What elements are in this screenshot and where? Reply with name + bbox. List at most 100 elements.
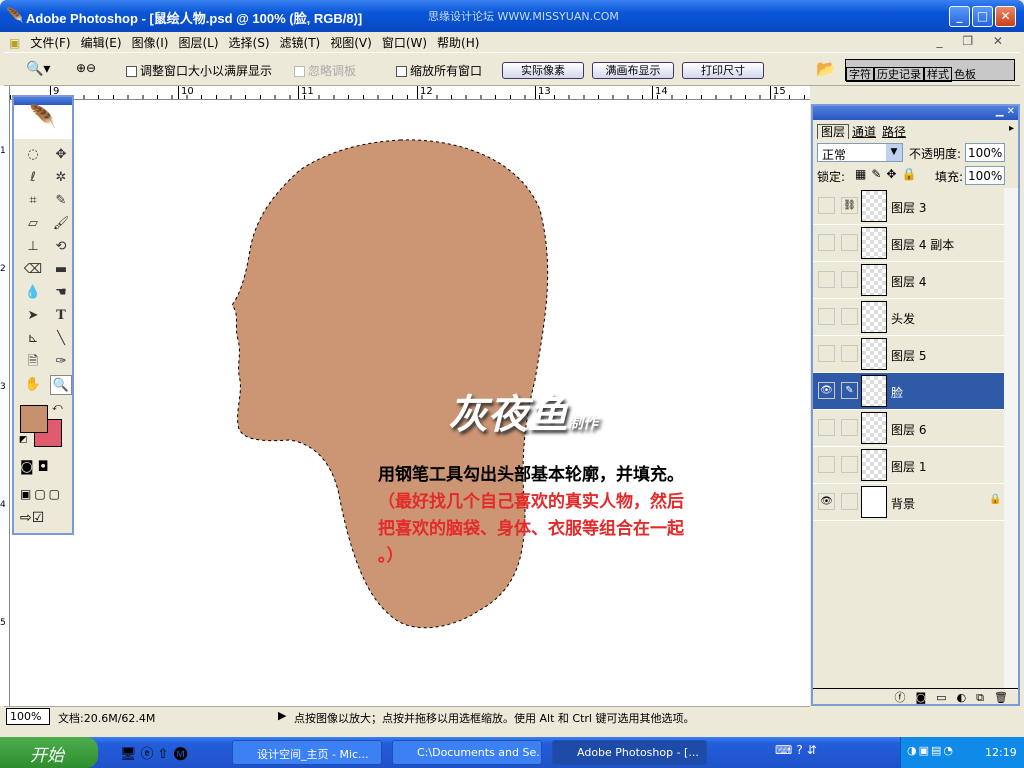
- move-tool-icon[interactable]: ✥: [50, 145, 72, 165]
- layer-row[interactable]: 👁 ✎ 脸: [813, 373, 1005, 410]
- menu-window[interactable]: 窗口(W): [377, 32, 432, 53]
- menu-help[interactable]: 帮助(H): [432, 32, 484, 53]
- visibility-eye-icon[interactable]: [818, 234, 835, 251]
- line-tool-icon[interactable]: ╲: [50, 329, 72, 349]
- visibility-eye-icon[interactable]: [818, 456, 835, 473]
- dodge-tool-icon[interactable]: ☚: [50, 283, 72, 303]
- foreground-color-swatch[interactable]: [20, 405, 48, 433]
- visibility-eye-icon[interactable]: [818, 197, 835, 214]
- status-menu-arrow-icon[interactable]: ▶: [278, 709, 286, 722]
- language-bar-icons[interactable]: ⌨?⇵: [775, 743, 821, 757]
- layer-actions[interactable]: ⓕ◙▭◐⧉🗑: [813, 688, 1018, 704]
- menu-file[interactable]: 文件(F): [25, 32, 75, 53]
- gradient-tool-icon[interactable]: ▬: [50, 260, 72, 280]
- magic-wand-tool-icon[interactable]: ✲: [50, 168, 72, 188]
- hand-tool-icon[interactable]: ✋: [22, 375, 44, 395]
- history-brush-tool-icon[interactable]: ⟲: [50, 237, 72, 257]
- tab-paths[interactable]: 路径: [879, 125, 909, 139]
- blend-mode-select[interactable]: 正常 ▼: [817, 143, 903, 162]
- type-tool-icon[interactable]: T: [50, 306, 72, 326]
- visibility-eye-icon[interactable]: 👁: [818, 493, 835, 510]
- menu-image[interactable]: 图像(I): [127, 32, 174, 53]
- zoom-level-input[interactable]: 100%: [6, 708, 50, 725]
- lasso-tool-icon[interactable]: ℓ: [22, 168, 44, 188]
- fit-window-checkbox[interactable]: 调整窗口大小以满屏显示: [126, 62, 272, 79]
- layer-row[interactable]: 👁 背景 🔒: [813, 484, 1005, 521]
- brush-tool-icon[interactable]: 🖌: [50, 214, 72, 234]
- close-button[interactable]: ✕: [995, 6, 1016, 27]
- toolbox-header[interactable]: [14, 97, 72, 105]
- fill-input[interactable]: 100%: [965, 166, 1005, 185]
- feather-logo-icon[interactable]: 🪶: [14, 105, 72, 139]
- document-canvas[interactable]: 灰夜鱼制作 用钢笔工具勾出头部基本轮廓，并填充。 （最好找几个自己喜欢的真实人物…: [10, 100, 810, 706]
- jump-to-imageready-icon[interactable]: ⇨☑: [20, 510, 44, 526]
- link-cell[interactable]: [841, 419, 858, 436]
- link-cell[interactable]: [841, 308, 858, 325]
- swap-colors-icon[interactable]: ⤺: [52, 402, 63, 413]
- link-cell[interactable]: [841, 345, 858, 362]
- lock-icons[interactable]: ▦✎✥🔒: [855, 167, 921, 181]
- actual-pixels-button[interactable]: 实际像素: [502, 62, 584, 79]
- opacity-input[interactable]: 100%: [965, 143, 1005, 162]
- link-cell[interactable]: [841, 271, 858, 288]
- visibility-eye-icon[interactable]: [818, 271, 835, 288]
- menu-view[interactable]: 视图(V): [325, 32, 377, 53]
- file-browser-icon[interactable]: 📂: [816, 59, 836, 78]
- link-cell[interactable]: [841, 456, 858, 473]
- layer-style-icon[interactable]: ⓕ: [894, 691, 915, 704]
- menu-edit[interactable]: 编辑(E): [76, 32, 127, 53]
- brush-icon[interactable]: ✎: [841, 382, 858, 399]
- link-cell[interactable]: [841, 234, 858, 251]
- crop-tool-icon[interactable]: ⌗: [22, 191, 44, 211]
- zoom-in-out-icons[interactable]: ⊕⊖: [76, 61, 96, 75]
- healing-brush-tool-icon[interactable]: ▱: [22, 214, 44, 234]
- layer-row[interactable]: 图层 1: [813, 447, 1005, 484]
- task-explorer[interactable]: C:\Documents and Se...: [392, 740, 542, 765]
- visibility-eye-icon[interactable]: [818, 345, 835, 362]
- menu-filter[interactable]: 滤镜(T): [275, 32, 326, 53]
- layer-row[interactable]: 头发: [813, 299, 1005, 336]
- palette-well-tab-character[interactable]: 字符: [846, 67, 874, 82]
- layer-mask-icon[interactable]: ◙: [915, 691, 936, 704]
- layer-row[interactable]: 图层 4: [813, 262, 1005, 299]
- layer-list-scrollbar[interactable]: [1004, 188, 1018, 690]
- zoom-tool-icon[interactable]: 🔍: [50, 375, 72, 395]
- eraser-tool-icon[interactable]: ⌫: [22, 260, 44, 280]
- new-layer-icon[interactable]: ⧉: [976, 691, 994, 704]
- tray-icons[interactable]: ◑▣▤◔: [907, 744, 955, 757]
- path-selection-tool-icon[interactable]: ➤: [22, 306, 44, 326]
- minimize-button[interactable]: _: [949, 6, 970, 27]
- menu-layer[interactable]: 图层(L): [173, 32, 223, 53]
- menu-select[interactable]: 选择(S): [224, 32, 275, 53]
- zoom-all-checkbox[interactable]: 缩放所有窗口: [396, 62, 482, 79]
- adjustment-layer-icon[interactable]: ◐: [957, 691, 977, 704]
- palette-menu-icon[interactable]: ▸: [1009, 123, 1014, 134]
- stamp-tool-icon[interactable]: ⊥: [22, 237, 44, 257]
- palette-well-tab-styles[interactable]: 样式: [924, 67, 952, 82]
- delete-layer-icon[interactable]: 🗑: [994, 691, 1018, 704]
- task-photoshop[interactable]: Adobe Photoshop - [...: [552, 740, 707, 765]
- layer-row[interactable]: 图层 4 副本: [813, 225, 1005, 262]
- new-group-icon[interactable]: ▭: [936, 691, 956, 704]
- print-size-button[interactable]: 打印尺寸: [682, 62, 764, 79]
- palette-well-tab-history[interactable]: 历史记录: [874, 67, 924, 82]
- visibility-eye-icon[interactable]: 👁: [818, 382, 835, 399]
- maximize-button[interactable]: □: [972, 6, 993, 27]
- palette-header[interactable]: ▁ ✕: [813, 106, 1018, 120]
- tab-channels[interactable]: 通道: [849, 125, 879, 139]
- task-ie[interactable]: 设计空间_主页 - Mic...: [232, 740, 382, 765]
- tab-layers[interactable]: 图层: [817, 124, 850, 139]
- layer-row[interactable]: 图层 5: [813, 336, 1005, 373]
- doc-window-controls[interactable]: _ ❐ ✕: [932, 32, 1016, 50]
- visibility-eye-icon[interactable]: [818, 419, 835, 436]
- fit-screen-button[interactable]: 满画布显示: [592, 62, 674, 79]
- layer-row[interactable]: ⛓ 图层 3: [813, 188, 1005, 225]
- default-colors-icon[interactable]: ◩: [19, 435, 28, 445]
- palette-well-tab-swatches[interactable]: 色板: [952, 68, 978, 81]
- quick-launch-icons[interactable]: 🖥ⓔ⇧Ⓜ: [120, 743, 193, 762]
- zoom-tool-preset-icon[interactable]: 🔍▾: [26, 61, 50, 77]
- screen-mode-icons[interactable]: ▣▢▢: [20, 487, 63, 501]
- notes-tool-icon[interactable]: 🗎: [22, 352, 44, 372]
- blur-tool-icon[interactable]: 💧: [22, 283, 44, 303]
- quick-mask-icons[interactable]: ◙◘: [20, 459, 53, 475]
